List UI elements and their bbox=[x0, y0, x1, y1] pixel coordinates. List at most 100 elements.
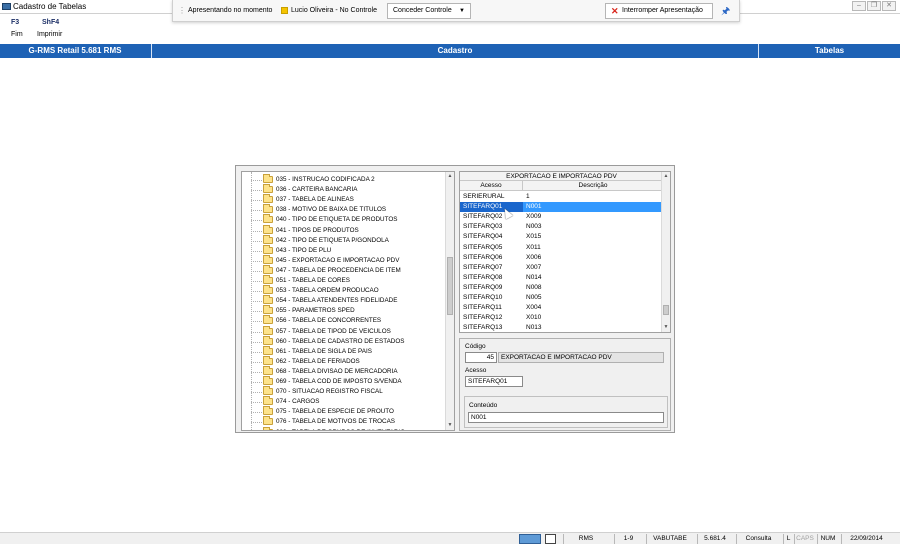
acesso-cell: SITEFARQ05 bbox=[463, 243, 503, 251]
table-row[interactable]: SITEFARQ10 N005 bbox=[460, 293, 663, 303]
folder-icon bbox=[263, 204, 273, 214]
window-title: Cadastro de Tabelas bbox=[13, 2, 87, 11]
tree-item-label: 045 - EXPORTACAO E IMPORTACAO PDV bbox=[276, 256, 400, 264]
table-row[interactable]: SITEFARQ02 X009 bbox=[460, 212, 663, 222]
codigo-field[interactable]: 45 bbox=[465, 352, 497, 363]
scroll-down-icon[interactable]: ▼ bbox=[446, 421, 454, 430]
descricao-cell: N003 bbox=[526, 223, 542, 231]
table-row[interactable]: SITEFARQ01 N001 bbox=[460, 202, 663, 213]
conteudo-label: Conteúdo bbox=[469, 402, 498, 409]
status-num: NUM bbox=[817, 534, 838, 544]
descricao-cell: 1 bbox=[526, 193, 530, 200]
folder-icon bbox=[263, 254, 273, 264]
tree-item-label: 043 - TIPO DE PLU bbox=[276, 246, 332, 254]
table-row[interactable]: SITEFARQ11 X004 bbox=[460, 303, 663, 313]
tree-item-label: 061 - TABELA DE SIGLA DE PAIS bbox=[276, 347, 372, 355]
tree-connector bbox=[251, 220, 262, 222]
status-mode: Consulta bbox=[736, 534, 780, 544]
folder-icon bbox=[263, 335, 273, 345]
table-row[interactable]: SITEFARQ09 N008 bbox=[460, 283, 663, 293]
tree-item-label: 056 - TABELA DE CONCORRENTES bbox=[276, 317, 382, 325]
acesso-cell: SITEFARQ06 bbox=[463, 253, 503, 261]
tables-panel: 035 - INSTRUCAO CODIFICADA 2 036 - CARTEI… bbox=[235, 165, 675, 433]
tree-scrollbar[interactable]: ▲ ▼ bbox=[445, 172, 454, 430]
conteudo-field[interactable]: N001 bbox=[468, 412, 664, 423]
descricao-cell: X007 bbox=[526, 263, 542, 271]
column-header-acesso[interactable]: Acesso bbox=[460, 181, 523, 191]
scroll-up-icon[interactable]: ▲ bbox=[662, 172, 670, 181]
restore-button[interactable]: ❐ bbox=[867, 1, 881, 11]
status-bar: RMS 1-9 VABUTABE 5.681.4 Consulta L CAPS… bbox=[0, 532, 900, 544]
table-row[interactable]: SERIERURAL 1 bbox=[460, 192, 663, 202]
drag-grip-icon[interactable]: ⋮ bbox=[178, 6, 186, 15]
folder-icon bbox=[263, 174, 273, 183]
tree-item-label: 054 - TABELA ATENDENTES FIDELIDADE bbox=[276, 297, 398, 305]
descricao-cell: X010 bbox=[526, 314, 542, 322]
acesso-cell: SITEFARQ10 bbox=[463, 294, 503, 301]
acesso-cell: SITEFARQ08 bbox=[463, 273, 503, 281]
app-icon bbox=[2, 3, 11, 10]
status-version: 5.681.4 bbox=[697, 534, 732, 544]
scrollbar-thumb[interactable] bbox=[663, 305, 669, 315]
folder-icon bbox=[263, 244, 273, 254]
table-row[interactable]: SITEFARQ03 N003 bbox=[460, 222, 663, 232]
folder-icon bbox=[263, 264, 273, 274]
folder-icon bbox=[263, 315, 273, 325]
tree-connector bbox=[251, 250, 262, 252]
descricao-cell: X011 bbox=[526, 243, 541, 251]
folder-icon bbox=[263, 345, 273, 355]
descricao-cell: N001 bbox=[526, 203, 542, 211]
product-name: G-RMS Retail 5.681 RMS bbox=[28, 46, 122, 55]
toolbar-label: Fim bbox=[11, 31, 23, 38]
tree-item-label: 047 - TABELA DE PROCEDENCIA DE ITEM bbox=[276, 266, 401, 274]
acesso-cell: SITEFARQ01 bbox=[460, 202, 523, 213]
acesso-cell: SITEFARQ12 bbox=[463, 314, 503, 322]
descricao-cell: X015 bbox=[526, 233, 542, 241]
table-row[interactable]: SITEFARQ04 X015 bbox=[460, 232, 663, 242]
folder-icon bbox=[263, 214, 273, 224]
acesso-label: Acesso bbox=[465, 367, 487, 374]
toolbar-item-fim[interactable]: F3 Fim bbox=[11, 19, 23, 38]
grid-scrollbar[interactable]: ▲ ▼ bbox=[661, 172, 670, 332]
scroll-down-icon[interactable]: ▼ bbox=[662, 323, 670, 332]
table-tree[interactable]: 035 - INSTRUCAO CODIFICADA 2 036 - CARTEI… bbox=[241, 171, 455, 431]
tree-item-label: 038 - MOTIVO DE BAIXA DE TITULOS bbox=[276, 206, 387, 214]
column-header-descricao[interactable]: Descrição bbox=[523, 181, 663, 191]
folder-icon bbox=[263, 285, 273, 295]
acesso-cell: SITEFARQ02 bbox=[463, 213, 503, 221]
tree-connector bbox=[251, 382, 262, 383]
table-row[interactable]: SITEFARQ12 X010 bbox=[460, 313, 663, 323]
table-row[interactable]: SITEFARQ07 X007 bbox=[460, 263, 663, 273]
screen-title: Tabelas bbox=[814, 46, 845, 55]
tree-connector bbox=[251, 230, 262, 232]
entries-grid[interactable]: EXPORTACAO E IMPORTACAO PDV Acesso Descr… bbox=[459, 171, 671, 333]
acesso-field[interactable]: SITEFARQ01 bbox=[465, 376, 523, 387]
descricao-cell: N014 bbox=[526, 273, 542, 281]
codigo-description-field: EXPORTACAO E IMPORTACAO PDV bbox=[498, 352, 664, 363]
table-row[interactable]: SITEFARQ06 X006 bbox=[460, 253, 663, 263]
acesso-cell: SERIERURAL bbox=[463, 193, 505, 200]
tree-connector bbox=[251, 371, 262, 373]
table-row[interactable]: SITEFARQ13 N013 bbox=[460, 323, 663, 332]
table-row[interactable]: SITEFARQ05 X011 bbox=[460, 243, 663, 253]
tree-item-label: 083 - TABELA DE GRUPOS DE INVENTARIO bbox=[276, 429, 405, 431]
tree-item-label: 040 - TIPO DE ETIQUETA DE PRODUTOS bbox=[276, 216, 398, 224]
status-user: VABUTABE bbox=[646, 534, 693, 544]
table-row[interactable]: SITEFARQ08 N014 bbox=[460, 273, 663, 283]
codigo-label: Código bbox=[465, 343, 486, 350]
close-button[interactable]: ✕ bbox=[882, 1, 896, 11]
tree-connector bbox=[251, 180, 262, 181]
scroll-up-icon[interactable]: ▲ bbox=[446, 172, 454, 181]
status-l: L bbox=[783, 534, 793, 544]
folder-icon bbox=[263, 184, 273, 194]
toolbar-item-imprimir[interactable]: ShF4 Imprimir bbox=[37, 19, 62, 38]
folder-icon bbox=[263, 275, 273, 284]
descricao-cell: X004 bbox=[526, 304, 542, 312]
tree-item-label: 041 - TIPOS DE PRODUTOS bbox=[276, 226, 359, 234]
folder-icon bbox=[263, 386, 273, 396]
tree-item-label: 036 - CARTEIRA BANCARIA bbox=[276, 186, 358, 194]
scrollbar-thumb[interactable] bbox=[447, 257, 453, 315]
status-caps: CAPS bbox=[794, 534, 815, 544]
minimize-button[interactable]: – bbox=[852, 1, 866, 11]
folder-icon bbox=[263, 194, 273, 204]
